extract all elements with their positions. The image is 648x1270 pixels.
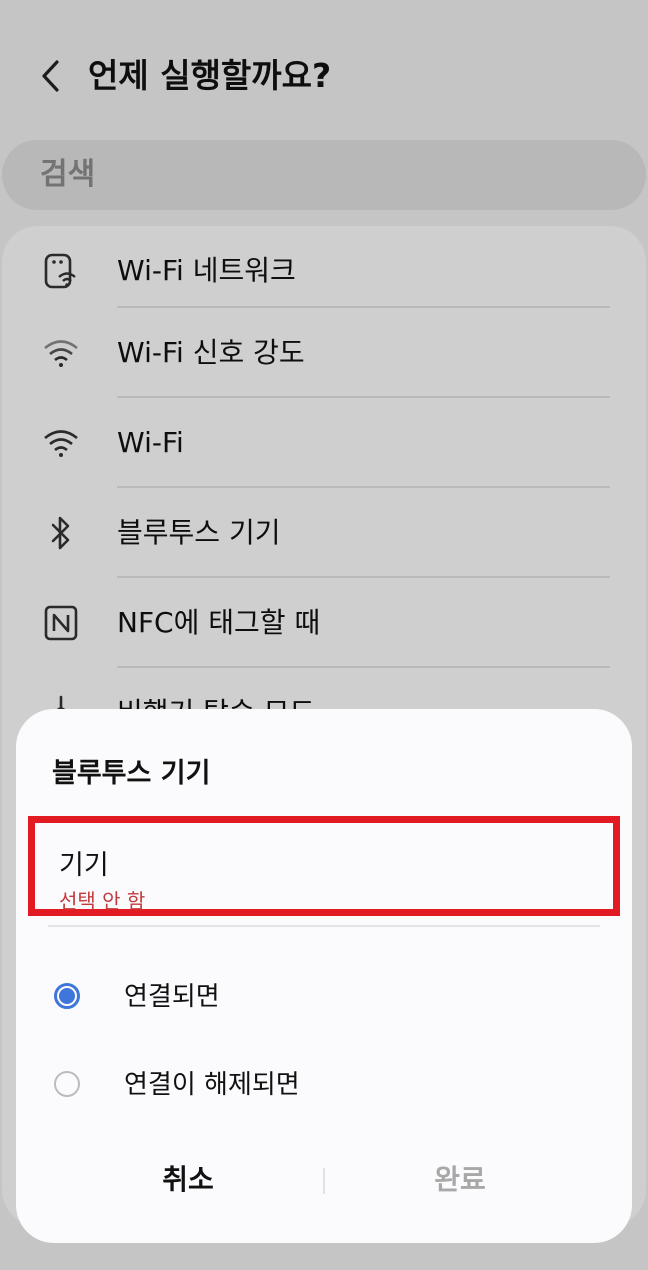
device-value: 선택 안 함 [59, 889, 146, 913]
option-label: 연결이 해제되면 [124, 1070, 300, 1100]
device-selector[interactable]: 기기 선택 안 함 [28, 816, 620, 916]
divider [48, 925, 600, 927]
cancel-button[interactable]: 취소 [38, 1145, 338, 1215]
done-button[interactable]: 완료 [310, 1145, 610, 1215]
bluetooth-device-dialog: 블루투스 기기 기기 선택 안 함 연결되면 연결이 해제되면 취소 완료 [16, 709, 632, 1243]
radio-unselected[interactable] [54, 1071, 80, 1097]
device-label: 기기 [59, 850, 109, 881]
radio-selected[interactable] [54, 983, 80, 1009]
option-disconnected[interactable]: 연결이 해제되면 [16, 1047, 632, 1127]
option-connected[interactable]: 연결되면 [16, 959, 632, 1039]
dialog-title: 블루투스 기기 [52, 758, 211, 789]
option-label: 연결되면 [124, 982, 220, 1012]
